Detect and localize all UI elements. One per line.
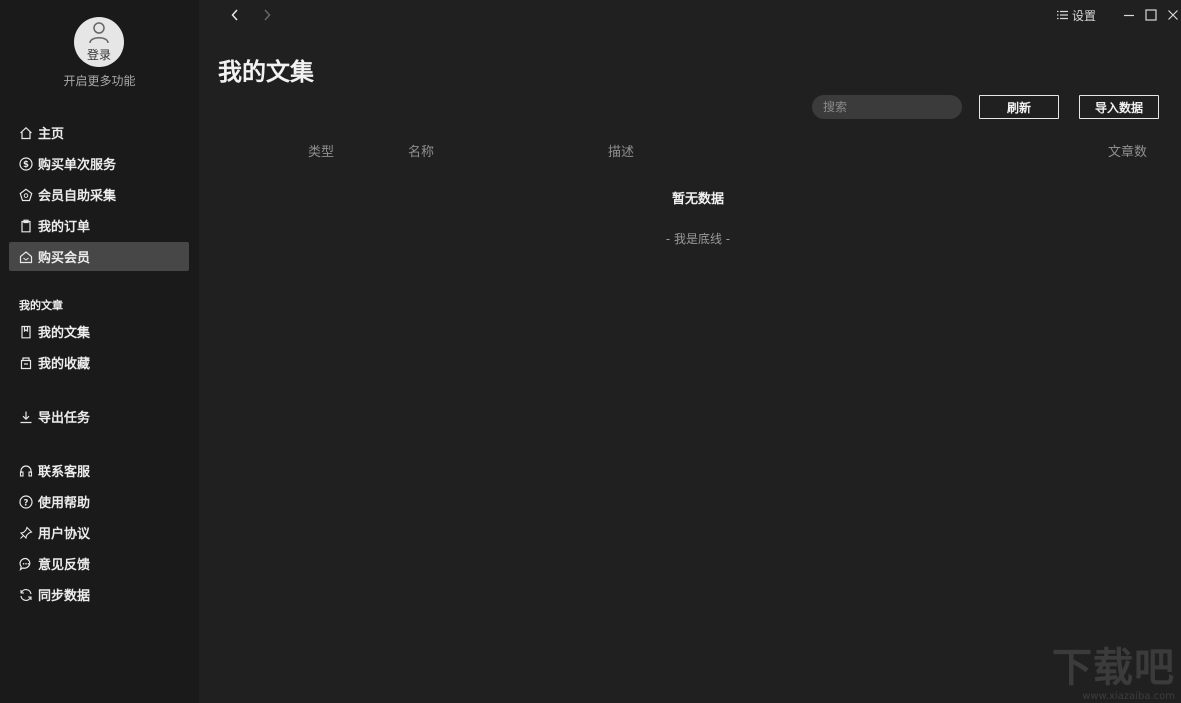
- sidebar-item-label: 我的文集: [38, 326, 91, 341]
- chevron-left-icon: [231, 9, 238, 21]
- back-button[interactable]: [226, 6, 244, 24]
- sidebar-item-my-orders[interactable]: 我的订单: [9, 211, 189, 240]
- download-icon: [19, 410, 33, 424]
- headset-icon: [19, 464, 33, 478]
- column-header-name[interactable]: 名称: [408, 141, 434, 160]
- sidebar-item-sync-data[interactable]: 同步数据: [9, 580, 189, 609]
- watermark-logo: 下载吧: [1052, 645, 1175, 691]
- home-icon: [19, 126, 33, 140]
- sidebar-item-home[interactable]: 主页: [9, 118, 189, 147]
- avatar-subtitle: 开启更多功能: [63, 74, 136, 88]
- watermark-url: www.xiazaiba.com: [1082, 691, 1175, 702]
- login-label: 登录: [86, 48, 111, 62]
- svg-text:?: ?: [24, 498, 29, 508]
- chevron-right-icon: [264, 9, 271, 21]
- sidebar-item-label: 会员自助采集: [38, 189, 117, 204]
- sidebar-item-my-favorites[interactable]: 我的收藏: [9, 348, 189, 377]
- dollar-circle-icon: $: [19, 156, 33, 171]
- pin-icon: [19, 526, 33, 540]
- maximize-button[interactable]: [1145, 6, 1157, 24]
- collection-box-icon: [19, 356, 33, 370]
- book-icon: [19, 325, 33, 339]
- page-title: 我的文集: [218, 58, 314, 86]
- sidebar-item-buy-vip[interactable]: 购买会员: [9, 242, 189, 271]
- close-button[interactable]: [1167, 6, 1179, 24]
- minimize-icon: [1124, 14, 1134, 17]
- order-clipboard-icon: [19, 219, 33, 233]
- sidebar-item-contact-support[interactable]: 联系客服: [9, 456, 189, 485]
- sidebar-item-user-agreement[interactable]: 用户协议: [9, 518, 189, 547]
- sidebar-item-label: 购买会员: [38, 251, 91, 266]
- sidebar-item-help[interactable]: ? 使用帮助: [9, 487, 189, 516]
- sidebar-item-label: 意见反馈: [38, 558, 91, 573]
- column-header-article-count[interactable]: 文章数: [1108, 141, 1147, 160]
- sidebar-item-label: 购买单次服务: [38, 158, 117, 173]
- search-input[interactable]: [812, 95, 962, 119]
- svg-text:$: $: [23, 160, 29, 170]
- forward-button[interactable]: [258, 6, 276, 24]
- sidebar-item-label: 同步数据: [38, 589, 91, 604]
- chat-bubble-icon: [19, 557, 33, 571]
- end-of-list-text: - 我是底线 -: [665, 232, 731, 246]
- close-icon: [1168, 10, 1178, 20]
- refresh-button[interactable]: 刷新: [979, 95, 1059, 119]
- sidebar-item-feedback[interactable]: 意见反馈: [9, 549, 189, 578]
- column-header-description[interactable]: 描述: [608, 141, 634, 160]
- list-icon: [1057, 10, 1068, 20]
- minimize-button[interactable]: [1123, 6, 1135, 24]
- column-header-type[interactable]: 类型: [308, 141, 334, 160]
- sidebar-item-label: 用户协议: [38, 527, 91, 542]
- sidebar-item-member-collect[interactable]: 会员自助采集: [9, 180, 189, 209]
- sidebar-item-label: 联系客服: [38, 465, 91, 480]
- sidebar-item-buy-single-service[interactable]: $ 购买单次服务: [9, 149, 189, 178]
- settings-button[interactable]: 设置: [1057, 6, 1096, 24]
- sidebar-item-my-collections[interactable]: 我的文集: [9, 317, 189, 346]
- sidebar-item-export-tasks[interactable]: 导出任务: [9, 402, 189, 431]
- sidebar: 登录 开启更多功能 主页 $ 购买单次服务 会员自助采集 我的订单 购买会员 我…: [0, 0, 199, 703]
- maximize-icon: [1145, 9, 1157, 21]
- sync-icon: [19, 588, 33, 602]
- sidebar-item-label: 使用帮助: [38, 496, 91, 511]
- sidebar-item-label: 我的收藏: [38, 357, 91, 372]
- sidebar-item-label: 我的订单: [38, 220, 91, 235]
- empty-state-text: 暂无数据: [671, 192, 724, 207]
- vip-house-icon: [19, 250, 33, 264]
- sidebar-item-label: 导出任务: [38, 411, 91, 426]
- section-title-my-articles: 我的文章: [19, 299, 63, 312]
- import-data-button[interactable]: 导入数据: [1079, 95, 1159, 119]
- sidebar-item-label: 主页: [38, 127, 65, 142]
- main-content: 设置 我的文集 刷新 导入数据 类型 名称 描述 文章数 暂无数据 - 我是底线…: [199, 0, 1181, 703]
- user-icon: [89, 22, 109, 43]
- settings-label: 设置: [1072, 8, 1097, 23]
- question-circle-icon: ?: [19, 494, 33, 509]
- pentagon-icon: [19, 188, 33, 202]
- user-avatar[interactable]: 登录: [74, 17, 124, 67]
